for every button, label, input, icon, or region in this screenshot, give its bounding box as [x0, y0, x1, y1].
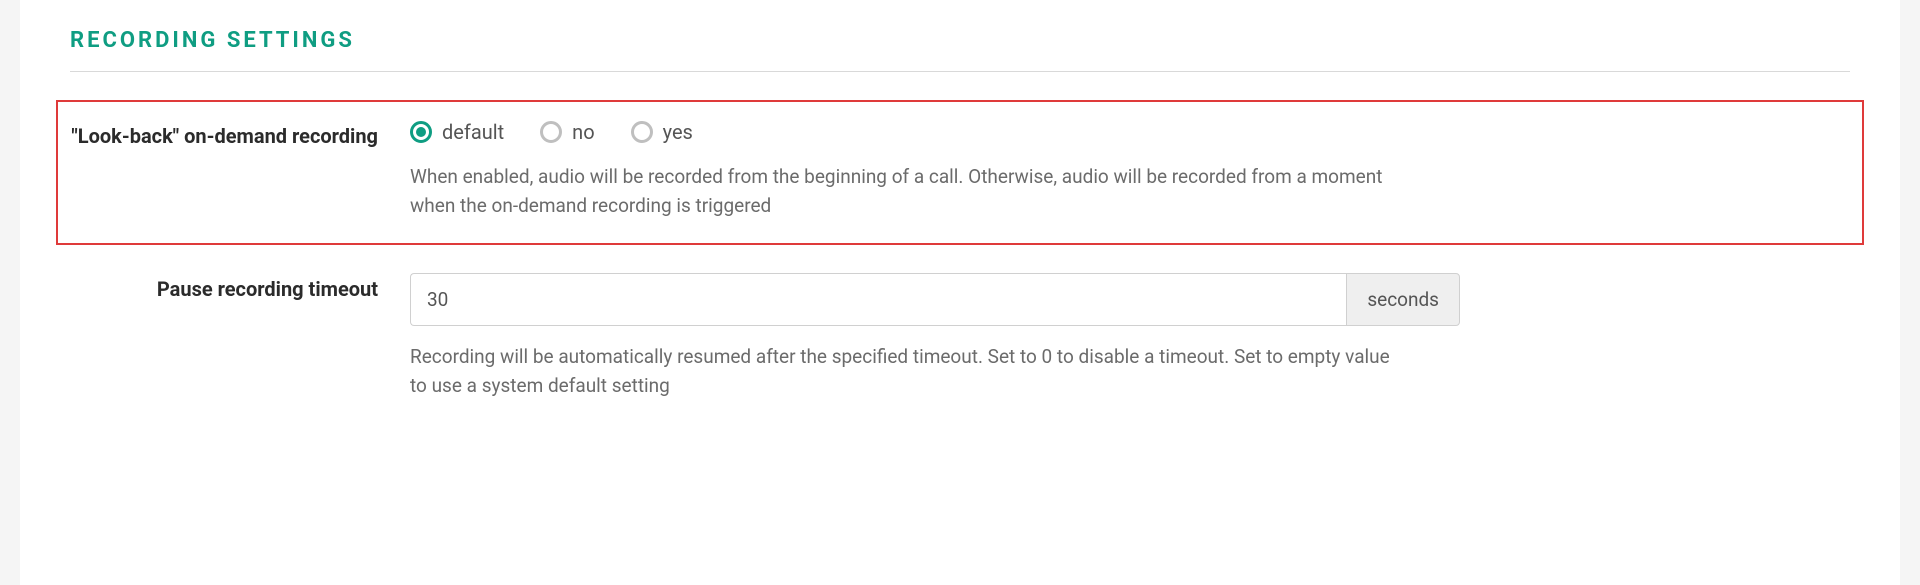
pause-timeout-help: Recording will be automatically resumed … [410, 342, 1410, 401]
lookback-label: "Look-back" on-demand recording [71, 122, 378, 150]
pause-timeout-label-col: Pause recording timeout [70, 273, 410, 303]
pause-timeout-row: Pause recording timeout seconds Recordin… [70, 273, 1850, 401]
pause-timeout-input[interactable] [410, 273, 1346, 326]
lookback-radio-group: default no yes [410, 120, 1850, 144]
radio-label: default [442, 120, 504, 144]
lookback-row: "Look-back" on-demand recording default … [56, 100, 1864, 245]
settings-panel: Recording Settings "Look-back" on-demand… [20, 0, 1900, 585]
radio-dot-icon [416, 127, 426, 137]
lookback-radio-yes[interactable]: yes [631, 120, 693, 144]
lookback-radio-no[interactable]: no [540, 120, 594, 144]
lookback-label-col: "Look-back" on-demand recording [70, 120, 410, 150]
lookback-radio-default[interactable]: default [410, 120, 504, 144]
radio-icon [410, 121, 432, 143]
radio-icon [540, 121, 562, 143]
pause-timeout-control-col: seconds Recording will be automatically … [410, 273, 1850, 401]
radio-icon [631, 121, 653, 143]
pause-timeout-addon: seconds [1346, 273, 1460, 326]
section-title: Recording Settings [70, 28, 1850, 53]
divider [70, 71, 1850, 72]
pause-timeout-input-group: seconds [410, 273, 1460, 326]
lookback-help: When enabled, audio will be recorded fro… [410, 162, 1410, 221]
radio-label: no [572, 120, 594, 144]
radio-label: yes [663, 120, 693, 144]
pause-timeout-label: Pause recording timeout [157, 275, 378, 303]
lookback-control-col: default no yes When enabled, audio will … [410, 120, 1850, 221]
